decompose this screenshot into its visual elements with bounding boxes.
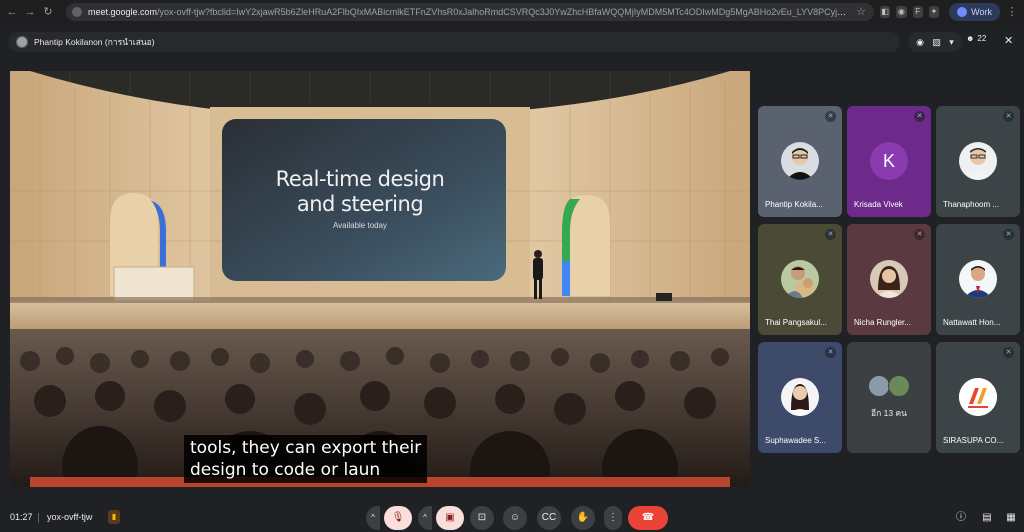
participant-tile[interactable]: ✕ SIRASUPA CO... xyxy=(936,342,1020,453)
chevron-down-icon[interactable]: ▾ xyxy=(949,37,954,48)
profile-label: Work xyxy=(971,7,992,17)
participant-name: Suphawadee S... xyxy=(765,436,826,445)
participant-tile[interactable]: ✕ K Krisada Vivek xyxy=(847,106,931,217)
camera-toggle-button[interactable]: ▣ xyxy=(436,506,464,530)
eye-icon[interactable]: ◉ xyxy=(916,37,924,48)
address-bar[interactable]: meet.google.com/yox-ovff-tjw?fbclid=IwY2… xyxy=(66,3,874,21)
pin-off-icon[interactable]: ✕ xyxy=(1004,34,1013,47)
extension-icon[interactable]: F xyxy=(912,6,923,18)
browser-menu-icon[interactable]: ⋮ xyxy=(1006,5,1018,19)
others-avatar-stack xyxy=(866,375,914,399)
slide-subtitle: Available today xyxy=(332,221,388,230)
meeting-time: 01:27 xyxy=(10,512,33,522)
avatar xyxy=(870,260,908,298)
participant-tile[interactable]: ✕ Nattawatt Hon... xyxy=(936,224,1020,335)
mic-off-icon: ✕ xyxy=(1003,229,1014,240)
divider xyxy=(38,513,39,523)
participant-tile[interactable]: ✕ Thanaphoom ... xyxy=(936,106,1020,217)
site-info-icon[interactable] xyxy=(72,7,82,17)
extension-icon[interactable]: ◉ xyxy=(896,6,907,18)
people-icon: ☻ xyxy=(966,34,975,43)
mic-off-icon: ✕ xyxy=(914,111,925,122)
host-controls-icon[interactable]: ▮ xyxy=(108,510,120,524)
live-caption: tools, they can export their design to c… xyxy=(184,435,428,483)
meet-top-bar: Phantip Kokilanon (การนำเสนอ) ◉ ▧ ▾ ☻ 22… xyxy=(0,28,1024,56)
reload-icon[interactable]: ↻ xyxy=(42,5,54,19)
stage-scene-image xyxy=(10,71,750,487)
meeting-code: yox-ovff-tjw xyxy=(47,512,93,522)
mic-toggle-button[interactable]: 🎙 xyxy=(384,506,412,530)
raise-hand-button[interactable]: ✋ xyxy=(571,506,595,530)
avatar xyxy=(781,378,819,416)
participant-tile[interactable]: ✕ Phantip Kokila... xyxy=(758,106,842,217)
meet-control-bar: 01:27 yox-ovff-tjw ▮ ^ 🎙 ^ ▣ ⊡ ☺ CC ✋ ⋮ … xyxy=(0,504,1024,532)
participant-name: SIRASUPA CO... xyxy=(943,436,1004,445)
mic-off-icon: ✕ xyxy=(914,229,925,240)
reactions-button[interactable]: ☺ xyxy=(503,506,527,530)
mic-off-icon: ✕ xyxy=(825,111,836,122)
caption-line: tools, they can export their xyxy=(190,438,422,458)
participant-tile[interactable]: ✕ Nicha Rungler... xyxy=(847,224,931,335)
avatar xyxy=(959,142,997,180)
bookmark-star-icon[interactable]: ☆ xyxy=(854,5,868,19)
captions-off-icon[interactable]: ▧ xyxy=(932,37,941,48)
presenter-chip[interactable]: Phantip Kokilanon (การนำเสนอ) xyxy=(8,32,900,52)
audio-options-chevron-icon[interactable]: ^ xyxy=(366,506,380,530)
participant-name: Phantip Kokila... xyxy=(765,200,823,209)
participant-name: Thanaphoom ... xyxy=(943,200,1000,209)
puzzle-icon[interactable]: ✦ xyxy=(928,6,940,18)
participant-count: 22 xyxy=(977,34,987,43)
participant-name: Krisada Vivek xyxy=(854,200,903,209)
caption-line: design to code or laun xyxy=(190,460,381,480)
slide-title: Real-time design and steering xyxy=(246,167,474,217)
people-count[interactable]: ☻ 22 xyxy=(966,34,986,43)
video-options-chevron-icon[interactable]: ^ xyxy=(418,506,432,530)
mic-off-icon: ✕ xyxy=(1003,347,1014,358)
others-tile[interactable]: อีก 13 คน xyxy=(847,342,931,453)
captions-button[interactable]: CC xyxy=(537,506,561,530)
company-logo xyxy=(959,378,997,416)
forward-icon[interactable]: → xyxy=(24,5,36,19)
browser-toolbar: ← → ↻ meet.google.com/yox-ovff-tjw?fbcli… xyxy=(0,0,1024,24)
present-screen-button[interactable]: ⊡ xyxy=(470,506,494,530)
participant-tile[interactable]: ✕ Suphawadee S... xyxy=(758,342,842,453)
participant-name: Nattawatt Hon... xyxy=(943,318,1001,327)
avatar xyxy=(781,260,819,298)
apps-icon[interactable]: ▦ xyxy=(1004,512,1018,524)
more-options-button[interactable]: ⋮ xyxy=(604,506,622,530)
view-options[interactable]: ◉ ▧ ▾ xyxy=(908,32,962,52)
participant-tile[interactable]: ✕ Thai Pangsakul... xyxy=(758,224,842,335)
mic-off-icon: ✕ xyxy=(825,347,836,358)
info-icon[interactable]: ⓘ xyxy=(954,512,968,524)
slide-title-line: Real-time design xyxy=(275,167,445,191)
presentation-stage: Real-time design and steering Available … xyxy=(10,71,750,487)
others-count-label: อีก 13 คน xyxy=(871,408,907,418)
avatar xyxy=(781,142,819,180)
end-call-button[interactable]: ☎ xyxy=(628,506,668,530)
back-icon[interactable]: ← xyxy=(6,5,18,19)
url-text: meet.google.com/yox-ovff-tjw?fbclid=IwY2… xyxy=(88,7,848,17)
presenter-avatar xyxy=(16,36,28,48)
avatar xyxy=(959,260,997,298)
presenter-name: Phantip Kokilanon (การนำเสนอ) xyxy=(34,37,155,47)
avatar: K xyxy=(870,142,908,180)
participant-name: Thai Pangsakul... xyxy=(765,318,827,327)
mic-off-icon: ✕ xyxy=(1003,111,1014,122)
chat-icon[interactable]: ▤ xyxy=(980,512,994,524)
avatar xyxy=(868,375,890,397)
extension-icon[interactable]: ◧ xyxy=(880,6,891,18)
avatar xyxy=(888,375,910,397)
mic-off-icon: ✕ xyxy=(825,229,836,240)
profile-button[interactable]: Work xyxy=(949,3,1000,21)
profile-avatar xyxy=(957,7,968,17)
participant-name: Nicha Rungler... xyxy=(854,318,911,327)
slide-title-line: and steering xyxy=(296,192,424,216)
participant-grid: ✕ Phantip Kokila... ✕ K Krisada Vivek ✕ … xyxy=(758,106,1020,454)
